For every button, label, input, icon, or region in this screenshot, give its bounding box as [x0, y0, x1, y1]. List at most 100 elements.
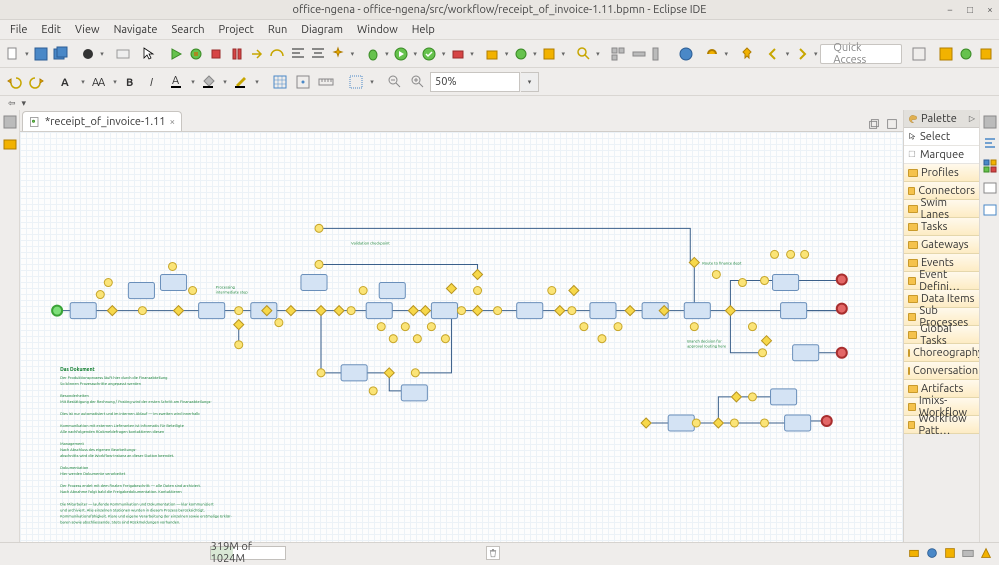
build-dropdown[interactable]: ▾ — [99, 50, 106, 58]
grid-toggle-button[interactable] — [269, 71, 291, 93]
menu-diagram[interactable]: Diagram — [295, 22, 349, 38]
fill-color-button[interactable] — [198, 71, 220, 93]
status-icon-4[interactable] — [961, 546, 975, 560]
palette-section-workflow-patt-[interactable]: Workflow Patt… — [904, 416, 979, 434]
menu-file[interactable]: File — [4, 22, 33, 38]
snap-button[interactable] — [292, 71, 314, 93]
gc-button[interactable] — [486, 546, 500, 560]
menu-help[interactable]: Help — [406, 22, 441, 38]
cursor-icon[interactable] — [139, 43, 158, 65]
external-tools-dropdown[interactable]: ▾ — [468, 50, 475, 58]
build-button[interactable] — [78, 43, 97, 65]
new-package-button[interactable] — [483, 43, 502, 65]
new-dropdown[interactable]: ▾ — [23, 50, 30, 58]
magic-button[interactable] — [329, 43, 348, 65]
zoom-in-button[interactable] — [407, 71, 429, 93]
heap-status[interactable]: 319M of 1024M — [210, 546, 286, 560]
run-play-button[interactable] — [391, 43, 410, 65]
open-type-dropdown[interactable]: ▾ — [560, 50, 567, 58]
palette-tool-marquee[interactable]: Marquee — [904, 146, 979, 164]
status-icon-1[interactable] — [907, 546, 921, 560]
outline-view-icon[interactable] — [982, 136, 998, 152]
select-dropdown[interactable]: ▾ — [368, 78, 376, 86]
new-class-button[interactable] — [511, 43, 530, 65]
open-type-button[interactable] — [539, 43, 558, 65]
new-button[interactable] — [3, 43, 22, 65]
font-color-button[interactable]: A — [166, 71, 188, 93]
editor-tab[interactable]: *receipt_of_invoice-1.11 × — [22, 111, 182, 131]
diagram-canvas[interactable]: Das DokumentDer Produktionsprozess läuft… — [20, 132, 903, 542]
status-icon-2[interactable] — [925, 546, 939, 560]
maximize-editor-icon[interactable] — [885, 117, 899, 131]
save-button[interactable] — [31, 43, 50, 65]
layout-button[interactable] — [629, 43, 648, 65]
zoom-dropdown[interactable]: ▾ — [521, 72, 539, 92]
select-all-button[interactable] — [345, 71, 367, 93]
debug-bug-button[interactable] — [363, 43, 382, 65]
zoom-out-button[interactable] — [384, 71, 406, 93]
font-size-button[interactable]: AA — [88, 71, 110, 93]
breadcrumb-collapse-icon[interactable]: ▾ — [22, 98, 27, 109]
console-view-icon[interactable] — [982, 202, 998, 218]
menu-edit[interactable]: Edit — [35, 22, 67, 38]
align-center-button[interactable] — [308, 43, 327, 65]
link-dropdown[interactable]: ▾ — [723, 50, 730, 58]
toggle-grid-button[interactable] — [609, 43, 628, 65]
palette-section-swim-lanes[interactable]: Swim Lanes — [904, 200, 979, 218]
menu-view[interactable]: View — [69, 22, 106, 38]
new-package-dropdown[interactable]: ▾ — [503, 50, 510, 58]
search-dropdown[interactable]: ▾ — [594, 50, 601, 58]
save-all-button[interactable] — [52, 43, 71, 65]
forward-button[interactable] — [792, 43, 811, 65]
step-over-button[interactable] — [268, 43, 287, 65]
perspective-bpmn-icon[interactable] — [977, 43, 996, 65]
search-button[interactable] — [574, 43, 593, 65]
font-size-dropdown[interactable]: ▾ — [111, 78, 119, 86]
minimized-view-right-icon[interactable] — [982, 114, 998, 130]
font-color-dropdown[interactable]: ▾ — [189, 78, 197, 86]
font-dropdown[interactable]: ▾ — [79, 78, 87, 86]
line-color-dropdown[interactable]: ▾ — [253, 78, 261, 86]
link-button[interactable] — [702, 43, 721, 65]
quick-access-input[interactable]: Quick Access — [820, 44, 902, 64]
palette-section-global-tasks[interactable]: Global Tasks — [904, 326, 979, 344]
restore-icon[interactable] — [867, 117, 881, 131]
stop-button[interactable] — [207, 43, 226, 65]
perspective-java-icon[interactable] — [936, 43, 955, 65]
properties-view-icon[interactable] — [982, 158, 998, 174]
pin-button[interactable] — [737, 43, 756, 65]
palette-section-event-defini-[interactable]: Event Defini… — [904, 272, 979, 290]
zoom-input[interactable] — [430, 72, 520, 92]
perspective-switch-button[interactable] — [909, 43, 928, 65]
menu-window[interactable]: Window — [351, 22, 404, 38]
layout2-button[interactable] — [649, 43, 668, 65]
palette-section-choreography[interactable]: Choreography — [904, 344, 979, 362]
menu-search[interactable]: Search — [165, 22, 210, 38]
perspective-debug-icon[interactable] — [956, 43, 975, 65]
palette-collapse-icon[interactable]: ▷ — [969, 114, 975, 123]
tab-close-icon[interactable]: × — [170, 116, 176, 127]
palette-section-gateways[interactable]: Gateways — [904, 236, 979, 254]
project-explorer-icon[interactable] — [2, 136, 18, 152]
menu-project[interactable]: Project — [213, 22, 260, 38]
toggle-button[interactable] — [113, 43, 132, 65]
palette-section-profiles[interactable]: Profiles — [904, 164, 979, 182]
pause-button[interactable] — [227, 43, 246, 65]
run-dropdown[interactable]: ▾ — [412, 50, 419, 58]
line-color-button[interactable] — [230, 71, 252, 93]
back-button[interactable] — [764, 43, 783, 65]
forward-dropdown[interactable]: ▾ — [812, 50, 819, 58]
font-button[interactable]: A — [56, 71, 78, 93]
minimized-view-icon[interactable] — [2, 114, 18, 130]
palette-tool-select[interactable]: Select — [904, 128, 979, 146]
coverage-button[interactable] — [420, 43, 439, 65]
bold-button[interactable]: B — [120, 71, 142, 93]
run-button[interactable] — [166, 43, 185, 65]
palette-section-conversation[interactable]: Conversation — [904, 362, 979, 380]
align-left-button[interactable] — [288, 43, 307, 65]
external-tools-button[interactable] — [448, 43, 467, 65]
breadcrumb-back-icon[interactable]: ⇦ — [8, 98, 16, 109]
coverage-dropdown[interactable]: ▾ — [440, 50, 447, 58]
fill-color-dropdown[interactable]: ▾ — [221, 78, 229, 86]
redo-button[interactable] — [26, 71, 48, 93]
